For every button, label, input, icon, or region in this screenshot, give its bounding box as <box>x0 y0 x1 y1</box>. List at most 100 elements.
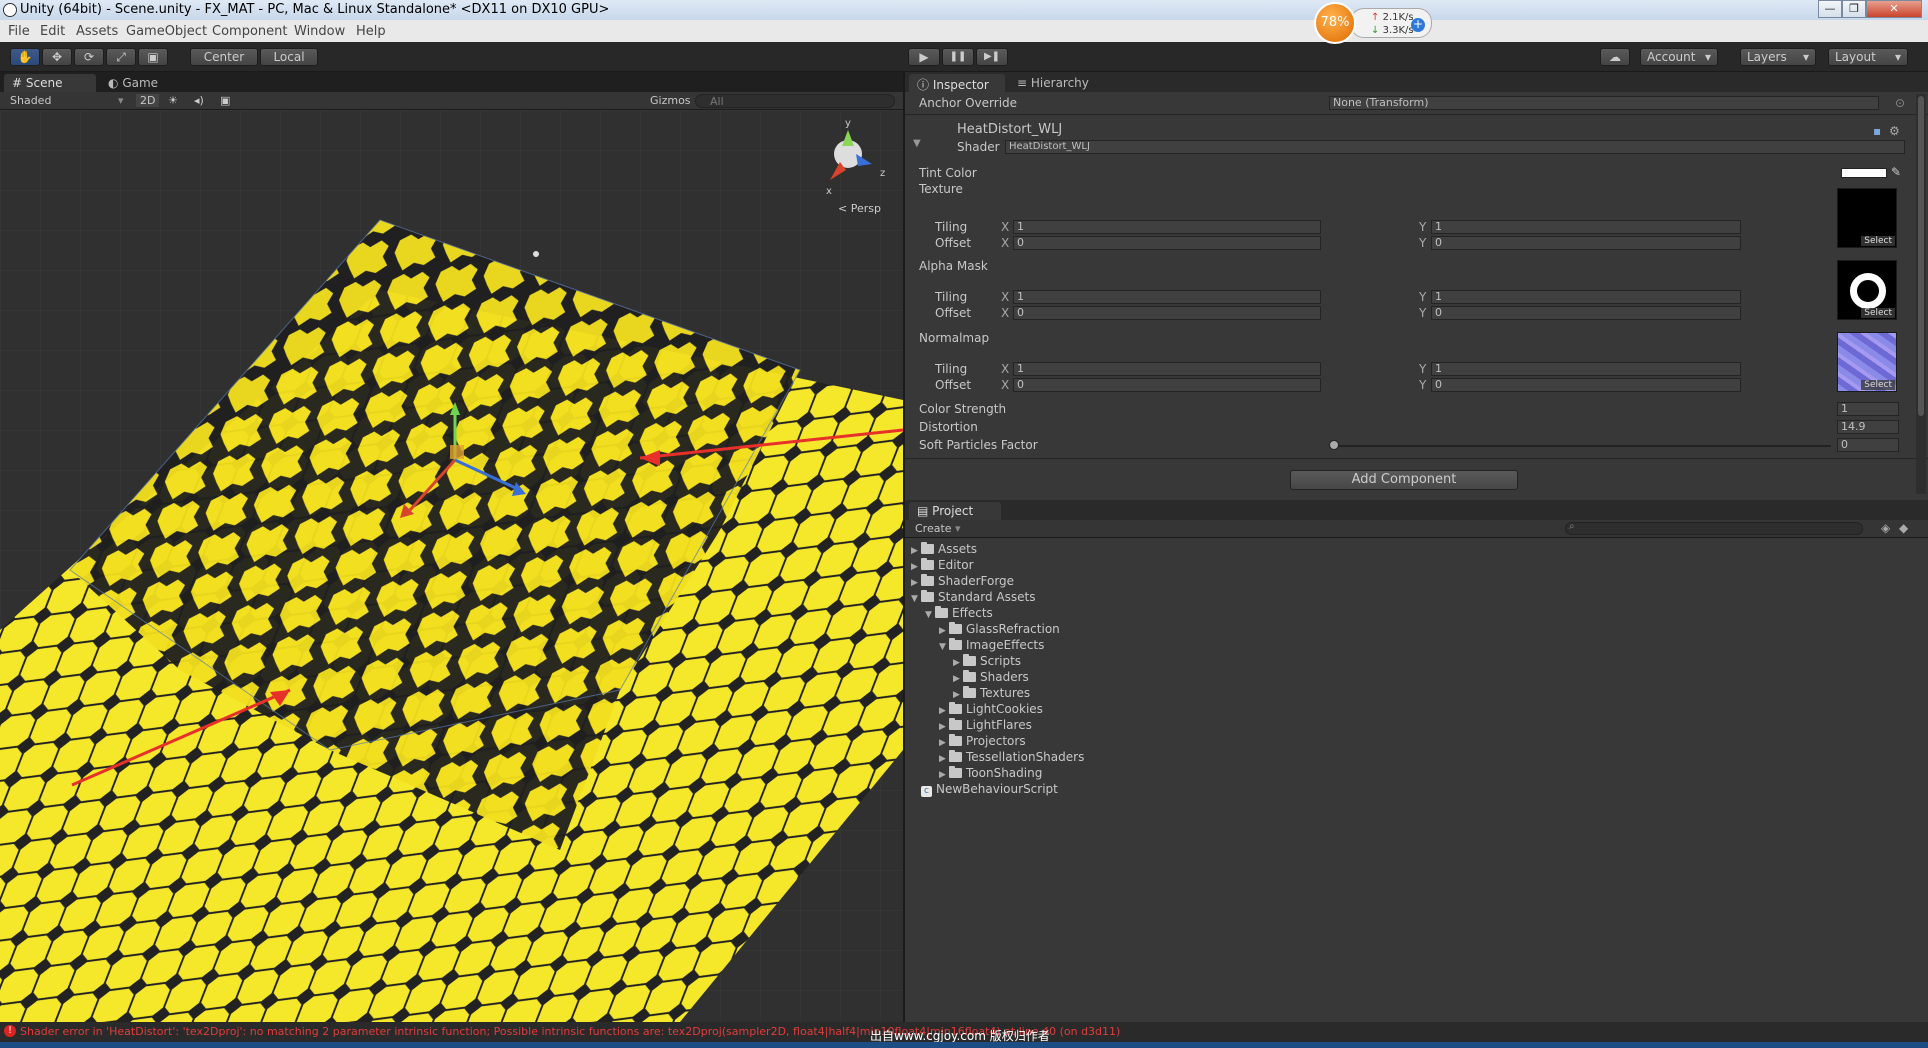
normal-offset-y[interactable]: 0 <box>1431 378 1741 392</box>
alpha-select-button[interactable]: Select <box>1861 308 1895 318</box>
collapsed-triangle-icon[interactable]: ▶ <box>939 738 949 748</box>
account-dropdown[interactable]: Account ▾ <box>1640 48 1718 66</box>
tree-item-standard-assets[interactable]: ▼ Standard Assets <box>911 590 1035 604</box>
status-bar[interactable]: ! Shader error in 'HeatDistort': 'tex2Dp… <box>0 1022 1928 1043</box>
tree-item-glassrefraction[interactable]: ▶ GlassRefraction <box>939 622 1060 636</box>
minimize-button[interactable]: — <box>1818 0 1842 18</box>
tree-item-projectors[interactable]: ▶ Projectors <box>939 734 1026 748</box>
tab-game[interactable]: ◐ Game <box>100 74 180 92</box>
alpha-offset-y[interactable]: 0 <box>1431 306 1741 320</box>
tree-item-assets[interactable]: ▶ Assets <box>911 542 977 556</box>
collapsed-triangle-icon[interactable]: ▶ <box>911 578 921 588</box>
tree-item-new-behaviour-script[interactable]: c NewBehaviourScript <box>921 782 1058 797</box>
inspector-scrollbar-thumb[interactable] <box>1918 96 1924 416</box>
scale-tool-icon[interactable]: ⤢ <box>106 48 136 66</box>
menu-help[interactable]: Help <box>356 24 386 39</box>
project-search-input[interactable] <box>1565 522 1863 535</box>
persp-label[interactable]: < Persp <box>838 202 881 215</box>
layout-dropdown[interactable]: Layout ▾ <box>1828 48 1908 66</box>
tree-item-effects[interactable]: ▼ Effects <box>925 606 993 620</box>
menu-edit[interactable]: Edit <box>40 24 65 39</box>
tree-item-lightflares[interactable]: ▶ LightFlares <box>939 718 1032 732</box>
alpha-tiling-y[interactable]: 1 <box>1431 290 1741 304</box>
collapsed-triangle-icon[interactable]: ▶ <box>939 722 949 732</box>
rect-tool-icon[interactable]: ▣ <box>138 48 168 66</box>
alpha-tiling-x[interactable]: 1 <box>1013 290 1321 304</box>
pivot-center-button[interactable]: Center <box>190 48 258 66</box>
menu-assets[interactable]: Assets <box>76 24 118 39</box>
collapsed-triangle-icon[interactable]: ▶ <box>953 674 963 684</box>
tint-color-swatch[interactable] <box>1841 168 1887 178</box>
hand-tool-icon[interactable]: ✋ <box>10 48 40 66</box>
texture-tiling-x[interactable]: 1 <box>1013 220 1321 234</box>
collapsed-triangle-icon[interactable]: ▶ <box>953 690 963 700</box>
filter-type-icon[interactable]: ◈ <box>1881 521 1890 535</box>
alpha-mask-thumbnail[interactable]: Select <box>1837 260 1897 320</box>
menu-component[interactable]: Component <box>212 24 287 39</box>
collapsed-triangle-icon[interactable]: ▶ <box>939 770 949 780</box>
distortion-field[interactable]: 14.9 <box>1837 420 1899 434</box>
expanded-triangle-icon[interactable]: ▼ <box>939 642 949 652</box>
rotate-tool-icon[interactable]: ⟳ <box>74 48 104 66</box>
normal-select-button[interactable]: Select <box>1861 380 1895 390</box>
lighting-toggle-icon[interactable]: ☀ <box>168 94 178 107</box>
tree-item-imageeffects[interactable]: ▼ ImageEffects <box>939 638 1044 652</box>
tab-project[interactable]: ▤ Project <box>909 502 1001 520</box>
pause-icon[interactable]: ❚❚ <box>942 48 974 66</box>
normal-tiling-y[interactable]: 1 <box>1431 362 1741 376</box>
pivot-local-button[interactable]: Local <box>260 48 318 66</box>
material-foldout-icon[interactable]: ▼ <box>913 138 921 149</box>
2d-toggle[interactable]: 2D <box>136 94 160 107</box>
tab-inspector[interactable]: ⓘ Inspector <box>909 74 1005 92</box>
tree-item-editor[interactable]: ▶ Editor <box>911 558 974 572</box>
normal-offset-x[interactable]: 0 <box>1013 378 1321 392</box>
expanded-triangle-icon[interactable]: ▼ <box>911 594 921 604</box>
alpha-offset-x[interactable]: 0 <box>1013 306 1321 320</box>
close-button[interactable]: ✕ <box>1866 0 1922 18</box>
inspector-scrollbar[interactable] <box>1916 94 1926 494</box>
scene-search-input[interactable]: All <box>695 94 895 108</box>
normalmap-thumbnail[interactable]: Select <box>1837 332 1897 392</box>
gizmos-dropdown[interactable]: Gizmos <box>650 94 691 107</box>
texture-offset-y[interactable]: 0 <box>1431 236 1741 250</box>
audio-toggle-icon[interactable]: ◂) <box>194 94 204 107</box>
texture-select-button[interactable]: Select <box>1861 236 1895 246</box>
shading-mode-dropdown[interactable]: Shaded <box>10 94 51 107</box>
menu-window[interactable]: Window <box>294 24 345 39</box>
soft-particles-slider-track[interactable] <box>1329 445 1831 447</box>
texture-offset-x[interactable]: 0 <box>1013 236 1321 250</box>
add-component-button[interactable]: Add Component <box>1290 470 1518 490</box>
menu-gameobject[interactable]: GameObject <box>126 24 207 39</box>
tree-item-scripts[interactable]: ▶ Scripts <box>953 654 1021 668</box>
tab-scene[interactable]: # Scene <box>4 74 96 92</box>
tree-item-shaderforge[interactable]: ▶ ShaderForge <box>911 574 1014 588</box>
play-icon[interactable]: ▶ <box>908 48 940 66</box>
object-picker-icon[interactable]: ⊙ <box>1895 96 1905 110</box>
collapsed-triangle-icon[interactable]: ▶ <box>911 562 921 572</box>
cloud-icon[interactable]: ☁ <box>1600 48 1630 66</box>
tree-item-lightcookies[interactable]: ▶ LightCookies <box>939 702 1043 716</box>
normal-tiling-x[interactable]: 1 <box>1013 362 1321 376</box>
tree-item-toonshading[interactable]: ▶ ToonShading <box>939 766 1042 780</box>
collapsed-triangle-icon[interactable]: ▶ <box>939 754 949 764</box>
texture-tiling-y[interactable]: 1 <box>1431 220 1741 234</box>
layers-dropdown[interactable]: Layers ▾ <box>1740 48 1816 66</box>
tree-item-textures[interactable]: ▶ Textures <box>953 686 1030 700</box>
network-speed-widget[interactable]: ↑ 2.1K/s ↓ 3.3K/s + 78% <box>1314 2 1436 44</box>
soft-particles-slider-knob[interactable] <box>1329 440 1339 450</box>
eyedropper-icon[interactable]: ✎ <box>1891 165 1901 179</box>
collapsed-triangle-icon[interactable]: ▶ <box>939 626 949 636</box>
book-icon[interactable]: ▪ <box>1873 124 1881 138</box>
maximize-button[interactable]: ❐ <box>1842 0 1866 18</box>
soft-particles-field[interactable]: 0 <box>1837 438 1899 452</box>
effects-toggle-icon[interactable]: ▣ <box>220 94 230 107</box>
plus-icon[interactable]: + <box>1411 18 1425 32</box>
tree-item-tessellationshaders[interactable]: ▶ TessellationShaders <box>939 750 1084 764</box>
texture-thumbnail[interactable]: Select <box>1837 188 1897 248</box>
collapsed-triangle-icon[interactable]: ▶ <box>911 546 921 556</box>
tab-hierarchy[interactable]: ≡ Hierarchy <box>1009 74 1101 92</box>
light-gizmo[interactable] <box>533 251 539 257</box>
step-icon[interactable]: ▶❚ <box>976 48 1008 66</box>
expanded-triangle-icon[interactable]: ▼ <box>925 610 935 620</box>
collapsed-triangle-icon[interactable]: ▶ <box>953 658 963 668</box>
